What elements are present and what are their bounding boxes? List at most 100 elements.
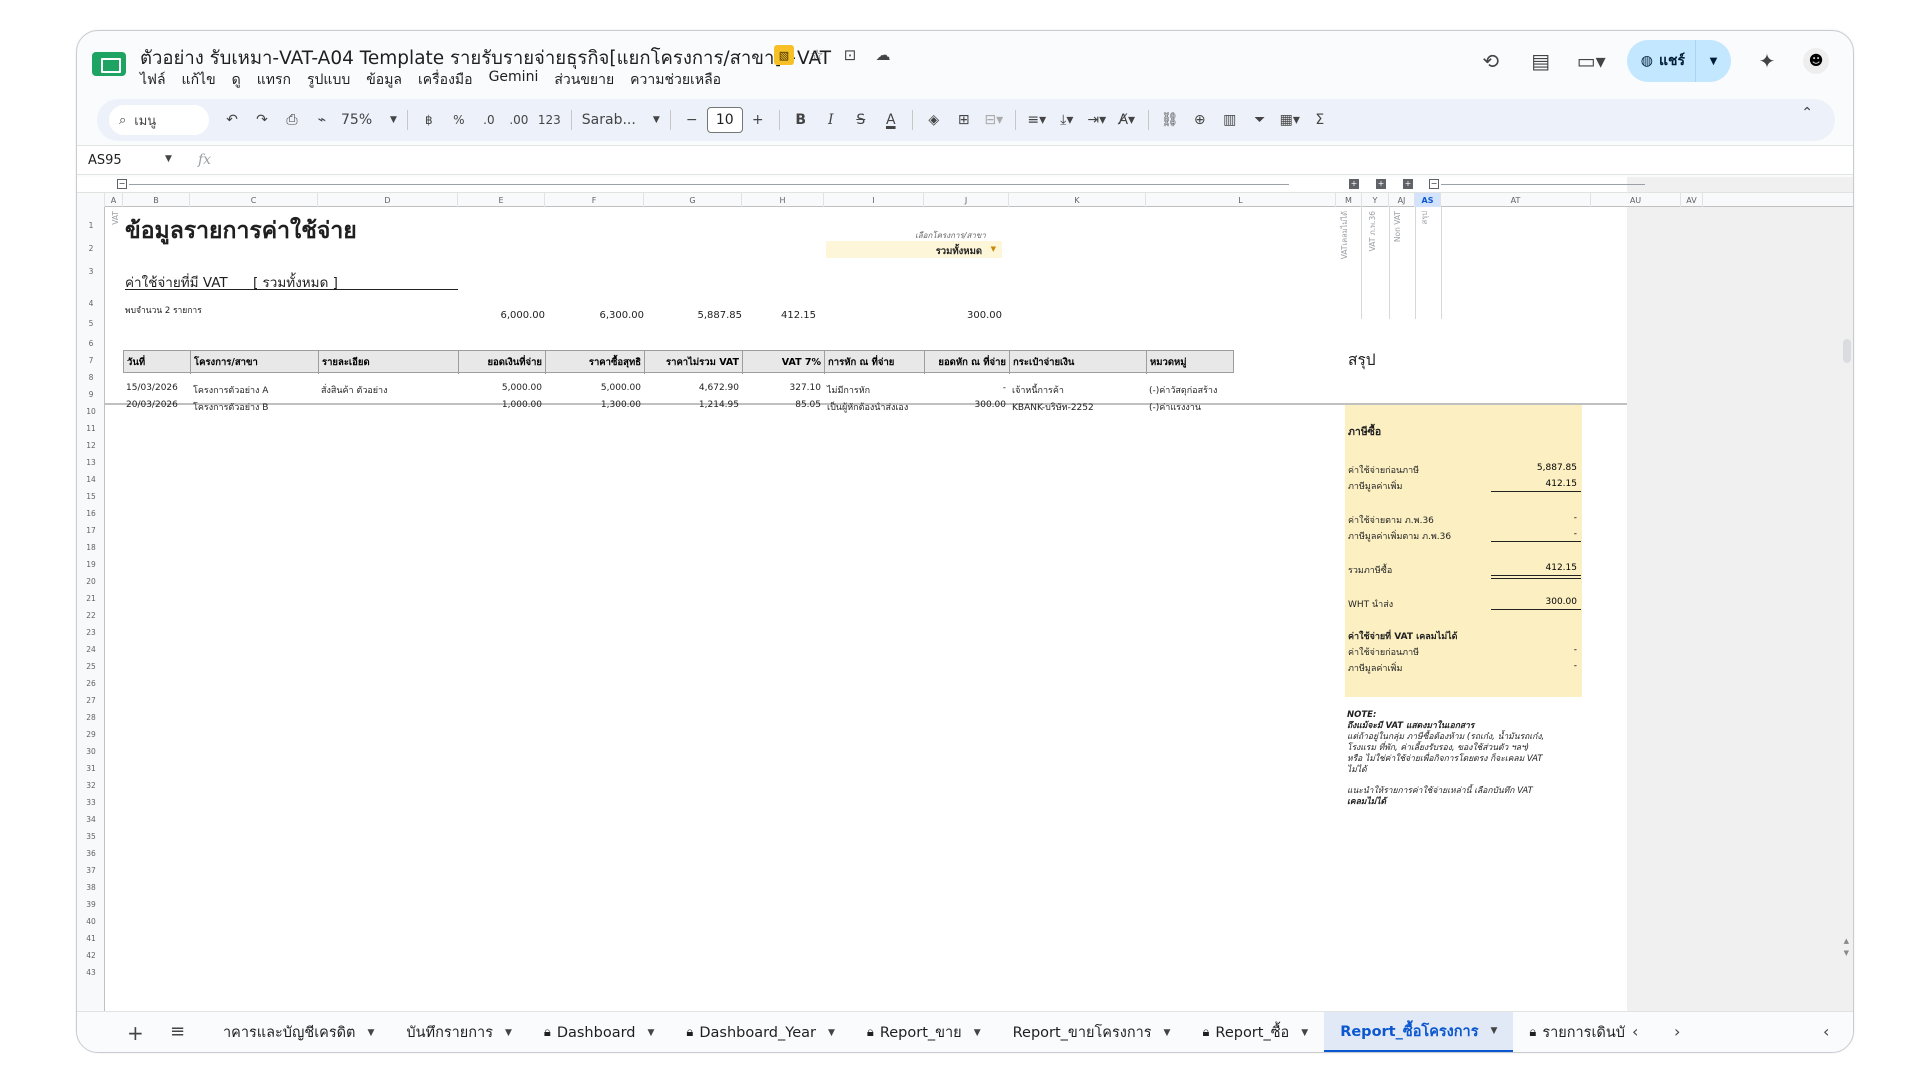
redo-icon[interactable]: ↷ <box>247 105 277 135</box>
col-header[interactable]: J <box>924 193 1009 207</box>
row-number[interactable]: 25 <box>77 662 105 671</box>
row-number[interactable]: 42 <box>77 951 105 960</box>
avatar[interactable]: ☻ <box>1803 48 1829 74</box>
project-select[interactable]: รวมทั้งหมด ▼ <box>826 241 1002 258</box>
zoom-select[interactable]: 75% ▼ <box>337 105 401 135</box>
col-header[interactable]: AU <box>1591 193 1681 207</box>
col-header[interactable]: F <box>545 193 644 207</box>
col-header[interactable]: M <box>1336 193 1362 207</box>
sheet-tab[interactable]: 🔒︎ Report_ซื้อ ▼ <box>1186 1012 1324 1052</box>
row-number[interactable]: 12 <box>77 441 105 450</box>
row-number[interactable]: 37 <box>77 866 105 875</box>
col-header[interactable]: H <box>742 193 824 207</box>
row-number[interactable]: 29 <box>77 730 105 739</box>
font-size-increase-icon[interactable]: + <box>743 105 773 135</box>
star-icon[interactable]: ☆ <box>807 45 827 65</box>
header-category[interactable]: หมวดหมู่ <box>1147 351 1235 374</box>
row-number[interactable]: 5 <box>77 319 105 328</box>
share-button[interactable]: ◍ แชร์ ▼ <box>1626 40 1731 82</box>
chevron-down-icon[interactable]: ▼ <box>648 1028 655 1038</box>
cell-net[interactable]: 5,000.00 <box>545 383 641 393</box>
add-sheet-icon[interactable]: + <box>127 1021 144 1045</box>
move-folder-icon[interactable]: ⊡ <box>840 45 860 65</box>
cell-detail[interactable]: สั่งสินค้า ตัวอย่าง <box>321 383 388 397</box>
sheet-tab[interactable]: บันทึกรายการ ▼ <box>390 1012 528 1052</box>
row-number[interactable]: 41 <box>77 934 105 943</box>
col-header[interactable]: A <box>105 193 123 207</box>
header-pre-vat[interactable]: ราคาไม่รวม VAT <box>645 351 743 374</box>
cell-date[interactable]: 15/03/2026 <box>126 383 178 393</box>
expand-group-icon[interactable]: + <box>1376 179 1386 189</box>
row-number[interactable]: 21 <box>77 594 105 603</box>
cell-wht-amount[interactable]: 300.00 <box>924 400 1007 410</box>
row-number[interactable]: 34 <box>77 815 105 824</box>
row-number[interactable]: 20 <box>77 577 105 586</box>
col-header[interactable]: B <box>123 193 190 207</box>
row-number[interactable]: 4 <box>77 299 105 308</box>
row-number[interactable]: 19 <box>77 560 105 569</box>
filter-icon[interactable]: ⏷ <box>1245 105 1275 135</box>
cell-wht-type[interactable]: ไม่มีการหัก <box>827 383 870 397</box>
header-project[interactable]: โครงการ/สาขา <box>191 351 319 374</box>
cell-net[interactable]: 1,300.00 <box>545 400 641 410</box>
row-number[interactable]: 23 <box>77 628 105 637</box>
menu-extensions[interactable]: ส่วนขยาย <box>553 69 615 91</box>
row-number[interactable]: 33 <box>77 798 105 807</box>
comments-icon[interactable]: ▤ <box>1527 49 1555 73</box>
header-wallet[interactable]: กระเป๋าจ่ายเงิน <box>1010 351 1147 374</box>
font-size-decrease-icon[interactable]: − <box>677 105 707 135</box>
row-number[interactable]: 14 <box>77 475 105 484</box>
row-number[interactable]: 17 <box>77 526 105 535</box>
expand-group-icon[interactable]: + <box>1403 179 1413 189</box>
header-vat[interactable]: VAT 7% <box>743 351 825 374</box>
cell-category[interactable]: (-)ค่าแรงงาน <box>1149 400 1201 414</box>
row-number[interactable]: 32 <box>77 781 105 790</box>
name-box[interactable]: AS95 <box>88 153 168 168</box>
sheet-tab[interactable]: 🔒︎ Dashboard ▼ <box>528 1012 671 1052</box>
cell-wallet[interactable]: เจ้าหนี้การค้า <box>1012 383 1064 397</box>
chevron-down-icon[interactable]: ▼ <box>1164 1028 1171 1038</box>
chevron-down-icon[interactable]: ▼ <box>828 1028 835 1038</box>
header-wht-amount[interactable]: ยอดหัก ณ ที่จ่าย <box>925 351 1010 374</box>
row-number[interactable]: 18 <box>77 543 105 552</box>
menu-file[interactable]: ไฟล์ <box>139 69 167 91</box>
template-badge-icon[interactable]: ▧ <box>774 45 794 65</box>
font-family-select[interactable]: Sarab... ▼ <box>578 105 664 135</box>
print-icon[interactable]: ⎙ <box>277 105 307 135</box>
sheets-logo-icon[interactable] <box>92 52 126 76</box>
col-header[interactable]: G <box>644 193 742 207</box>
collapse-group-icon[interactable]: − <box>117 179 127 189</box>
row-number[interactable]: 40 <box>77 917 105 926</box>
version-history-icon[interactable]: ⟲ <box>1477 49 1505 73</box>
cell-wht-amount[interactable]: - <box>924 383 1006 393</box>
menu-edit[interactable]: แก้ไข <box>181 69 217 91</box>
chevron-down-icon[interactable]: ▼ <box>165 154 172 164</box>
row-number[interactable]: 22 <box>77 611 105 620</box>
menu-data[interactable]: ข้อมูล <box>365 69 403 91</box>
fill-color-icon[interactable]: ◈ <box>919 105 949 135</box>
header-detail[interactable]: รายละเอียด <box>319 351 459 374</box>
scroll-up-arrow-icon[interactable]: ▲ <box>1844 937 1849 945</box>
borders-icon[interactable]: ⊞ <box>949 105 979 135</box>
decrease-decimal-button[interactable]: .0 <box>474 105 504 135</box>
cell-vat[interactable]: 327.10 <box>742 383 822 393</box>
row-number[interactable]: 35 <box>77 832 105 841</box>
row-number[interactable]: 10 <box>77 407 105 416</box>
row-number[interactable]: 26 <box>77 679 105 688</box>
col-header-selected[interactable]: AS <box>1415 193 1441 207</box>
row-number[interactable]: 28 <box>77 713 105 722</box>
chevron-down-icon[interactable]: ▼ <box>1490 1026 1497 1036</box>
strikethrough-button[interactable]: S <box>846 105 876 135</box>
header-net[interactable]: ราคาซื้อสุทธิ <box>546 351 645 374</box>
more-formats-button[interactable]: 123 <box>534 105 565 135</box>
paint-format-icon[interactable]: ⌁ <box>307 105 337 135</box>
row-number[interactable]: 24 <box>77 645 105 654</box>
row-number[interactable]: 36 <box>77 849 105 858</box>
row-number[interactable]: 43 <box>77 968 105 977</box>
expand-group-icon[interactable]: + <box>1349 179 1359 189</box>
italic-button[interactable]: I <box>816 105 846 135</box>
insert-comment-icon[interactable]: ⊕ <box>1185 105 1215 135</box>
header-wht-type[interactable]: การหัก ณ ที่จ่าย <box>825 351 925 374</box>
row-number[interactable]: 16 <box>77 509 105 518</box>
col-header[interactable]: E <box>458 193 545 207</box>
